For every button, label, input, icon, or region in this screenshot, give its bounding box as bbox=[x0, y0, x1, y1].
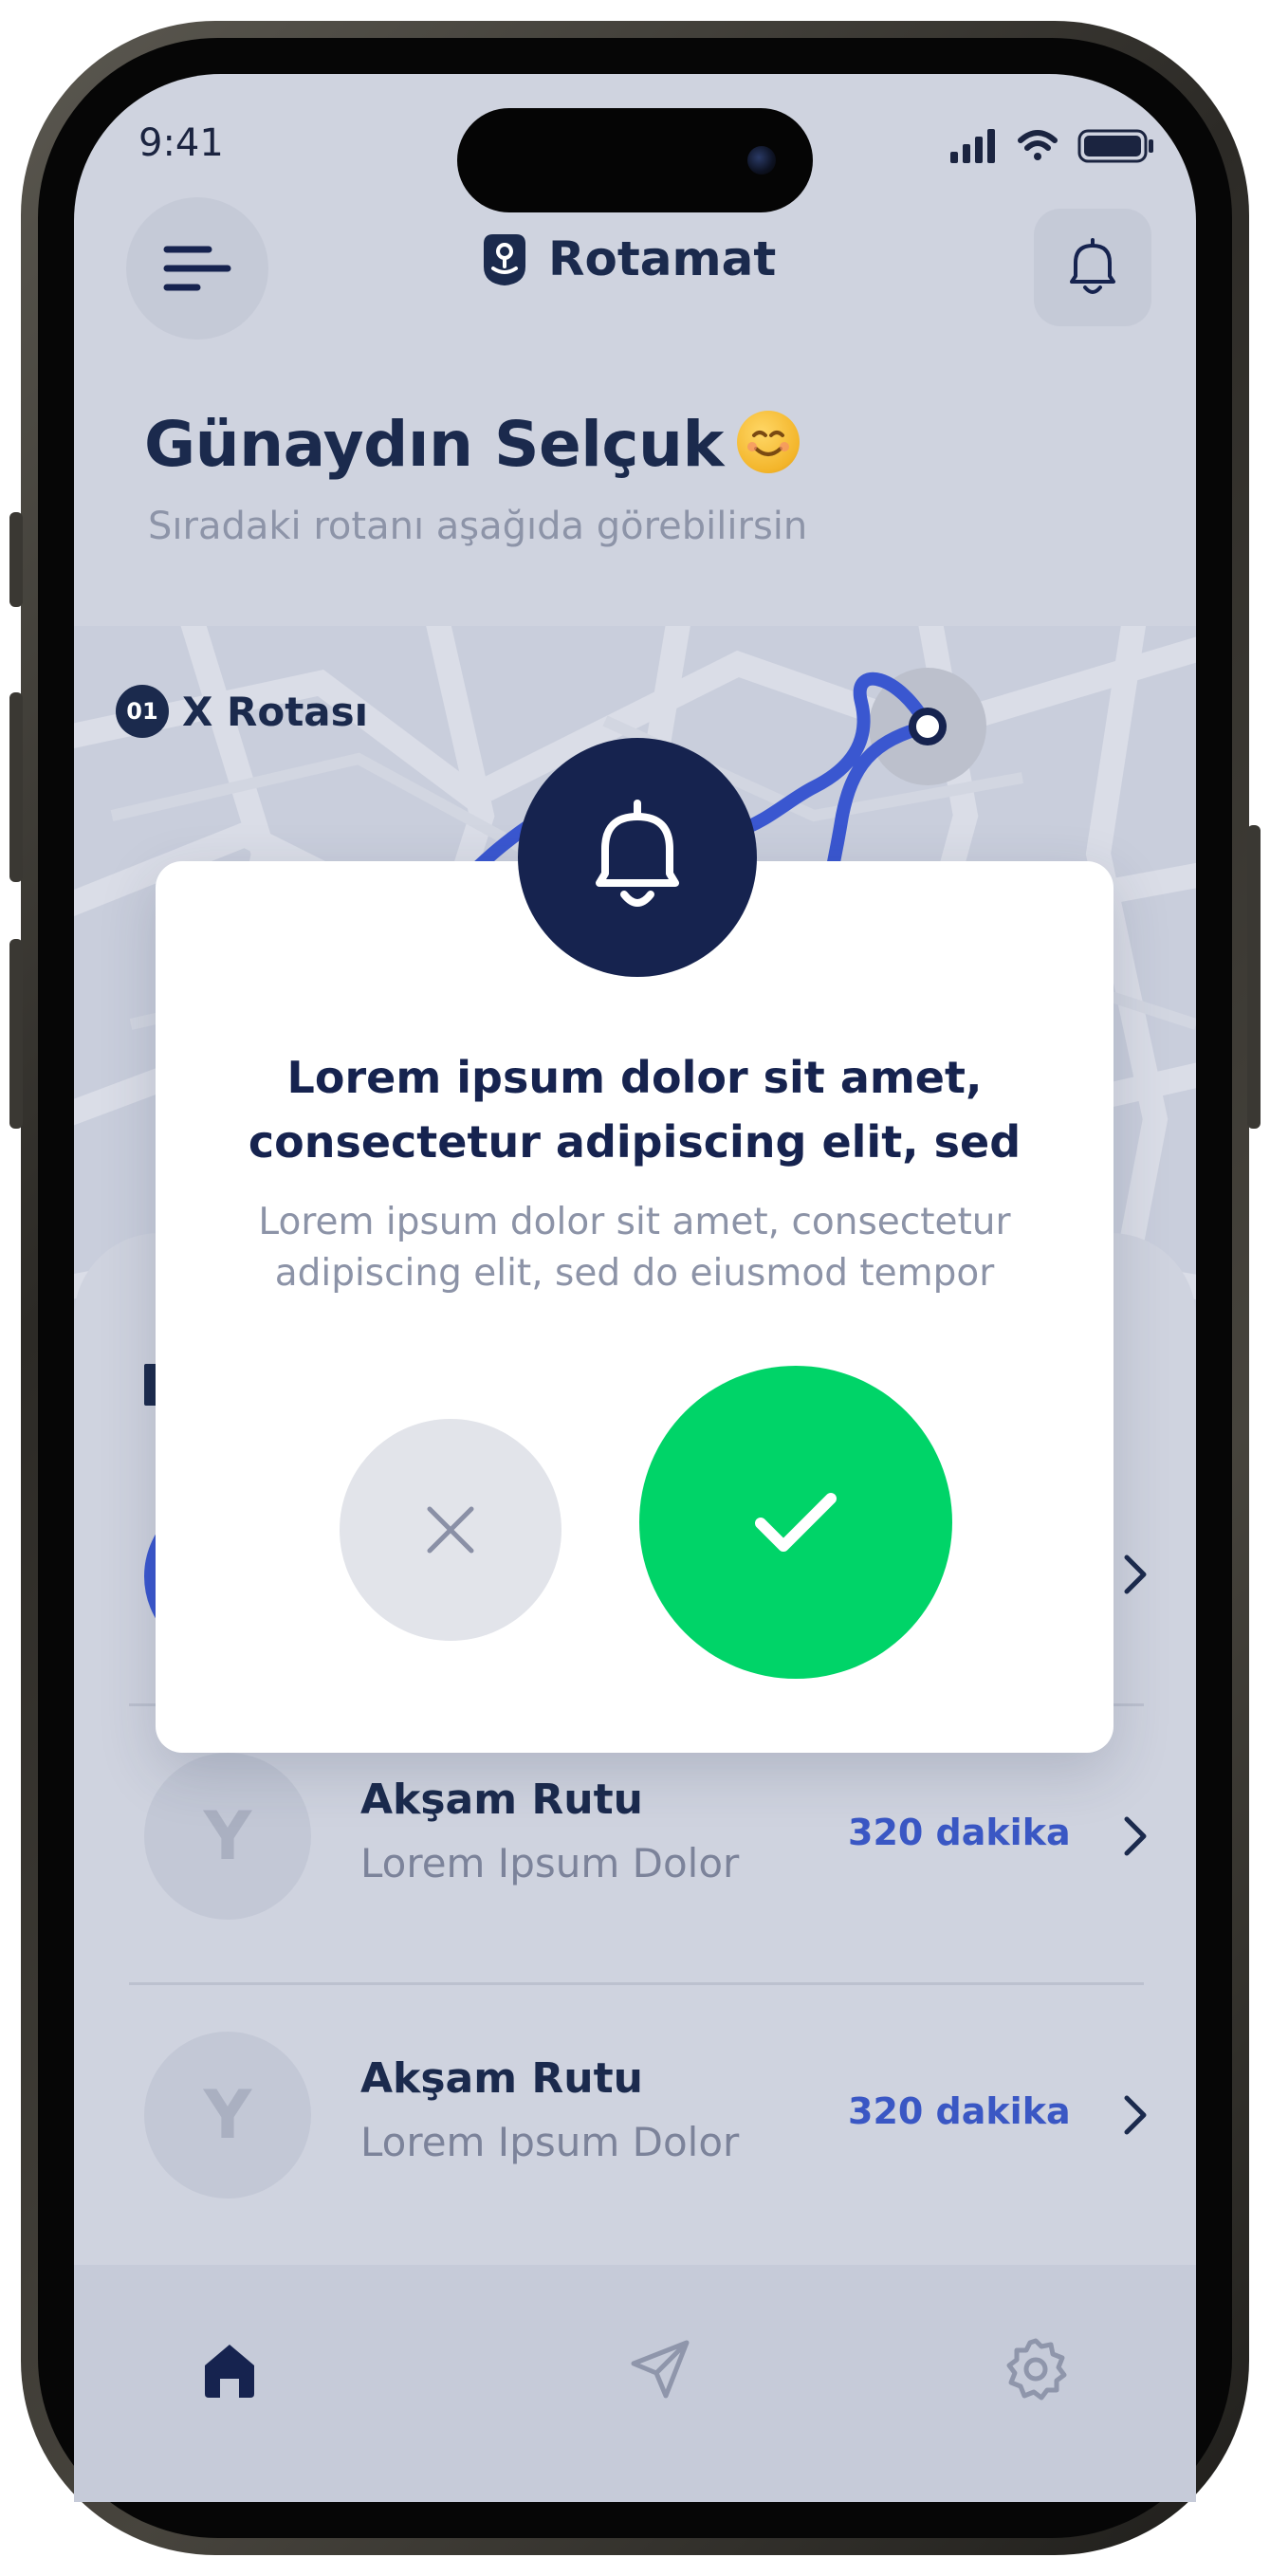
list-item-duration: 320 dakika bbox=[848, 2090, 1071, 2132]
greeting-text: Günaydın Selçuk bbox=[144, 408, 724, 481]
tab-home[interactable] bbox=[192, 2331, 267, 2407]
brand-logo: Rotamat bbox=[474, 226, 776, 292]
list-divider bbox=[129, 1982, 1144, 1985]
list-item-title: Akşam Rutu bbox=[360, 1776, 643, 1824]
chevron-right-icon[interactable] bbox=[1115, 2092, 1153, 2138]
wifi-icon bbox=[1018, 130, 1058, 160]
volume-up-button bbox=[9, 692, 23, 882]
menu-button[interactable] bbox=[126, 197, 268, 340]
bell-icon bbox=[1070, 238, 1115, 294]
status-icons bbox=[950, 129, 1153, 163]
list-item-subtitle: Lorem Ipsum Dolor bbox=[360, 2119, 740, 2165]
dialog-icon-badge bbox=[518, 738, 757, 977]
tab-settings[interactable] bbox=[998, 2331, 1074, 2407]
close-icon bbox=[427, 1506, 474, 1554]
menu-icon bbox=[163, 246, 231, 291]
brand-name: Rotamat bbox=[548, 231, 777, 286]
volume-down-button bbox=[9, 939, 23, 1129]
status-time: 9:41 bbox=[138, 121, 224, 165]
notifications-button[interactable] bbox=[1034, 209, 1151, 326]
front-camera bbox=[747, 146, 776, 175]
confirm-button[interactable] bbox=[639, 1366, 952, 1679]
list-item-subtitle: Lorem Ipsum Dolor bbox=[360, 1840, 740, 1886]
check-icon bbox=[755, 1493, 837, 1552]
dialog-message: Lorem ipsum dolor sit amet, consectetur … bbox=[258, 1201, 1011, 1295]
send-icon bbox=[631, 2340, 690, 2399]
bell-icon bbox=[596, 800, 679, 907]
list-item[interactable]: Y Akşam Rutu Lorem Ipsum Dolor 320 dakik… bbox=[144, 1751, 1150, 1922]
chevron-right-icon[interactable] bbox=[1115, 1813, 1153, 1859]
smiling-face-emoji-icon bbox=[736, 411, 800, 473]
avatar: Y bbox=[144, 2032, 311, 2199]
avatar: Y bbox=[144, 1753, 311, 1920]
settings-icon bbox=[1006, 2338, 1067, 2401]
confirmation-dialog bbox=[156, 861, 1114, 1753]
home-icon bbox=[205, 2345, 254, 2398]
battery-icon bbox=[1077, 129, 1153, 163]
list-item-duration: 320 dakika bbox=[848, 1812, 1071, 1853]
greeting-title: Günaydın Selçuk bbox=[144, 408, 800, 481]
dialog-title: Lorem ipsum dolor sit amet, consectetur … bbox=[248, 1052, 1022, 1168]
action-button bbox=[9, 512, 23, 607]
list-item-title: Akşam Rutu bbox=[360, 2054, 643, 2103]
signal-icon bbox=[950, 129, 995, 163]
route-number: 01 bbox=[116, 685, 169, 738]
rotamat-logo-icon bbox=[484, 234, 525, 285]
greeting-subtitle: Sıradaki rotanı aşağıda görebilirsin bbox=[148, 505, 808, 548]
route-badge[interactable]: 01 X Rotası bbox=[116, 685, 368, 738]
tab-send[interactable] bbox=[622, 2331, 698, 2407]
list-item[interactable]: Y Akşam Rutu Lorem Ipsum Dolor 320 dakik… bbox=[144, 2030, 1150, 2200]
power-button bbox=[1247, 825, 1261, 1129]
route-name: X Rotası bbox=[182, 688, 369, 735]
chevron-right-icon[interactable] bbox=[1115, 1552, 1153, 1597]
cancel-button[interactable] bbox=[340, 1419, 561, 1641]
